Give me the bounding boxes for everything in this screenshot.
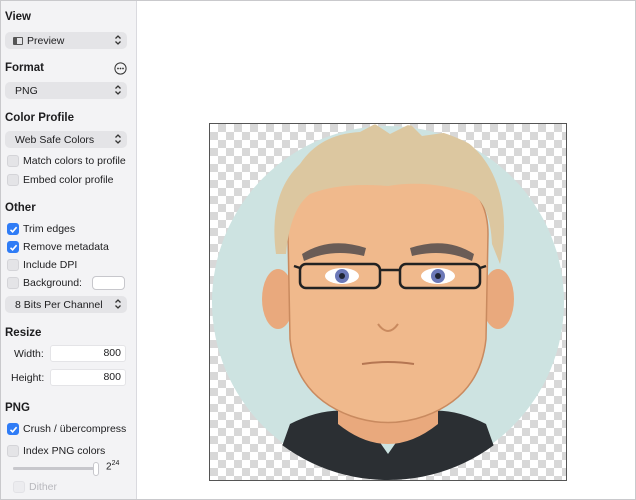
remove-metadata-checkbox-row[interactable]: Remove metadata bbox=[7, 241, 109, 253]
match-colors-checkbox[interactable] bbox=[7, 155, 19, 167]
updown-chevron-icon bbox=[115, 299, 121, 309]
palette-size-slider-track[interactable] bbox=[13, 467, 95, 470]
bit-depth-popup-value: 8 Bits Per Channel bbox=[15, 298, 103, 311]
view-popup-value: Preview bbox=[27, 34, 65, 47]
embed-profile-checkbox[interactable] bbox=[7, 174, 19, 186]
trim-edges-checkbox[interactable] bbox=[7, 223, 19, 235]
preview-icon bbox=[13, 36, 23, 45]
crush-checkbox[interactable] bbox=[7, 423, 19, 435]
view-section-title: View bbox=[5, 11, 31, 23]
trim-edges-checkbox-row[interactable]: Trim edges bbox=[7, 223, 75, 235]
format-section-title: Format bbox=[5, 62, 44, 74]
remove-metadata-checkbox[interactable] bbox=[7, 241, 19, 253]
trim-edges-label: Trim edges bbox=[23, 223, 76, 235]
format-popup-value: PNG bbox=[15, 84, 38, 97]
background-label: Background: bbox=[23, 277, 82, 289]
format-popup[interactable]: PNG bbox=[5, 82, 127, 99]
resize-section-title: Resize bbox=[5, 327, 42, 339]
width-field[interactable]: 800 bbox=[50, 345, 126, 362]
avatar-illustration bbox=[212, 124, 564, 480]
image-preview bbox=[209, 123, 567, 481]
width-label: Width: bbox=[14, 348, 44, 360]
palette-size-slider-knob[interactable] bbox=[93, 462, 99, 476]
palette-size-exponent: 24 bbox=[111, 460, 120, 467]
checkmark-icon bbox=[9, 226, 17, 233]
checkmark-icon bbox=[9, 244, 17, 251]
face-shape bbox=[287, 158, 489, 424]
remove-metadata-label: Remove metadata bbox=[23, 241, 109, 253]
index-colors-label: Index PNG colors bbox=[23, 445, 106, 457]
app-window: View Preview Format PNG Color Profile We… bbox=[0, 0, 636, 500]
include-dpi-label: Include DPI bbox=[23, 259, 78, 271]
height-field[interactable]: 800 bbox=[50, 369, 126, 386]
updown-chevron-icon bbox=[115, 134, 121, 144]
updown-chevron-icon bbox=[115, 85, 121, 95]
height-label: Height: bbox=[11, 372, 45, 384]
left-pupil bbox=[339, 273, 345, 279]
color-profile-popup-value: Web Safe Colors bbox=[15, 133, 95, 146]
match-colors-checkbox-row[interactable]: Match colors to profile bbox=[7, 155, 126, 167]
dither-checkbox-row: Dither bbox=[13, 481, 57, 493]
background-checkbox[interactable] bbox=[7, 277, 19, 289]
more-options-icon[interactable] bbox=[114, 62, 127, 75]
embed-profile-label: Embed color profile bbox=[23, 174, 114, 186]
image-preview-canvas bbox=[138, 1, 635, 499]
dither-label: Dither bbox=[29, 481, 58, 493]
right-pupil bbox=[435, 273, 441, 279]
embed-profile-checkbox-row[interactable]: Embed color profile bbox=[7, 174, 113, 186]
background-checkbox-row[interactable]: Background: bbox=[7, 277, 82, 289]
other-section-title: Other bbox=[5, 202, 36, 214]
crush-checkbox-row[interactable]: Crush / übercompress bbox=[7, 423, 126, 435]
index-colors-checkbox-row[interactable]: Index PNG colors bbox=[7, 445, 105, 457]
include-dpi-checkbox[interactable] bbox=[7, 259, 19, 271]
updown-chevron-icon bbox=[115, 35, 121, 45]
png-section-title: PNG bbox=[5, 402, 30, 414]
crush-label: Crush / übercompress bbox=[23, 423, 127, 435]
checkmark-icon bbox=[9, 426, 17, 433]
match-colors-label: Match colors to profile bbox=[23, 155, 126, 167]
index-colors-checkbox[interactable] bbox=[7, 445, 19, 457]
color-profile-popup[interactable]: Web Safe Colors bbox=[5, 131, 127, 148]
include-dpi-checkbox-row[interactable]: Include DPI bbox=[7, 259, 77, 271]
palette-size-value: 224 bbox=[106, 460, 119, 472]
color-profile-section-title: Color Profile bbox=[5, 112, 75, 124]
dither-checkbox bbox=[13, 481, 25, 493]
palette-size-slider-fill bbox=[13, 467, 95, 470]
bit-depth-popup[interactable]: 8 Bits Per Channel bbox=[5, 296, 127, 313]
export-options-sidebar: View Preview Format PNG Color Profile We… bbox=[1, 1, 137, 499]
background-color-swatch[interactable] bbox=[92, 276, 125, 290]
view-popup[interactable]: Preview bbox=[5, 32, 127, 49]
